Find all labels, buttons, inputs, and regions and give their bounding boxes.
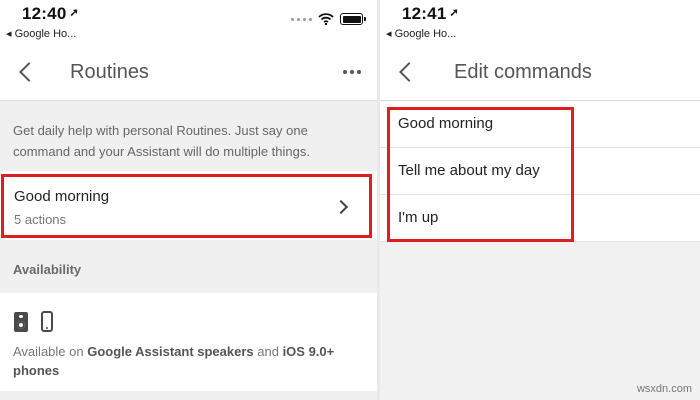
location-arrow-icon: ➚ — [69, 7, 79, 19]
routine-title: Good morning — [14, 188, 110, 205]
phone-icon — [41, 311, 53, 332]
section-title: Availability — [13, 262, 82, 277]
app-bar: Routines — [0, 44, 377, 101]
battery-icon — [340, 13, 366, 25]
page-title: Edit commands — [454, 61, 592, 83]
back-to-app-link[interactable]: ◂ Google Ho... — [6, 27, 76, 40]
status-time: 12:40 ➚ — [22, 4, 79, 23]
location-arrow-icon: ➚ — [449, 7, 459, 19]
routines-description: Get daily help with personal Routines. J… — [0, 101, 377, 171]
signal-icon — [291, 17, 312, 21]
chevron-right-icon — [333, 199, 349, 215]
speaker-icon — [14, 312, 28, 332]
more-options-icon[interactable] — [343, 70, 361, 74]
edit-commands-screen: 12:41 ➚ ◂ Google Ho... Edit commands Good… — [380, 0, 700, 400]
back-arrow-icon[interactable] — [392, 58, 420, 86]
watermark: wsxdn.com — [636, 383, 692, 395]
status-bar: 12:40 ➚ ◂ Google Ho... — [0, 0, 377, 44]
command-item[interactable]: I'm up — [380, 195, 700, 242]
bottom-strip — [0, 391, 377, 400]
page-title: Routines — [70, 61, 149, 83]
routines-screen: 12:40 ➚ ◂ Google Ho... Routines Get daily… — [0, 0, 377, 400]
status-bar: 12:41 ➚ ◂ Google Ho... — [380, 0, 700, 44]
app-bar: Edit commands — [380, 44, 700, 101]
wifi-icon — [318, 13, 334, 25]
command-list: Good morning Tell me about my day I'm up — [380, 101, 700, 242]
back-arrow-icon[interactable] — [12, 58, 40, 86]
command-item[interactable]: Tell me about my day — [380, 148, 700, 195]
back-to-app-link[interactable]: ◂ Google Ho... — [386, 27, 456, 40]
availability-section-header: Availability — [0, 240, 377, 293]
description-text: Get daily help with personal Routines. J… — [13, 123, 310, 159]
status-icons — [291, 12, 366, 26]
availability-text: Available on Google Assistant speakers a… — [13, 344, 335, 378]
availability-panel: Available on Google Assistant speakers a… — [0, 293, 377, 391]
routine-good-morning[interactable]: Good morning 5 actions — [1, 174, 372, 238]
routine-action-count: 5 actions — [14, 212, 67, 227]
command-item[interactable]: Good morning — [380, 101, 700, 148]
status-time: 12:41 ➚ — [402, 4, 459, 23]
